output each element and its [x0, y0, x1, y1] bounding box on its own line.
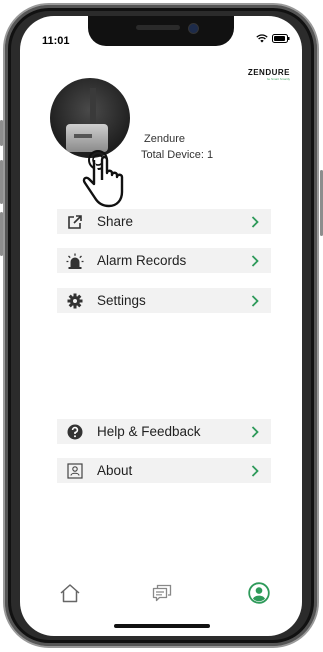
menu-item-share[interactable]: Share: [57, 209, 271, 234]
wifi-icon: [256, 34, 268, 43]
battery-icon: [272, 34, 290, 43]
side-button: [0, 160, 3, 204]
chevron-right-icon: [251, 294, 263, 308]
menu-item-settings[interactable]: Settings: [57, 288, 271, 313]
screen: 11:01 ZENDURE be Smart Smartly Zendure T…: [20, 16, 302, 636]
menu-label-settings: Settings: [97, 293, 146, 308]
avatar-pole: [90, 88, 96, 128]
menu-label-alarm-records: Alarm Records: [97, 253, 187, 268]
help-icon: [66, 423, 84, 441]
avatar[interactable]: [50, 78, 130, 158]
profile-icon: [248, 582, 270, 604]
share-icon: [66, 213, 84, 231]
menu-label-share: Share: [97, 214, 134, 229]
brand-logo: ZENDURE be Smart Smartly: [248, 68, 290, 81]
home-icon: [60, 584, 80, 603]
menu-item-alarm-records[interactable]: Alarm Records: [57, 248, 271, 273]
tab-profile[interactable]: [246, 580, 272, 606]
side-button: [0, 212, 3, 256]
about-icon: [66, 462, 84, 480]
device-count: Total Device: 1: [141, 149, 214, 161]
notch: [88, 16, 234, 46]
status-time: 11:01: [42, 35, 70, 47]
home-indicator[interactable]: [114, 624, 210, 628]
tab-home[interactable]: [57, 580, 83, 606]
avatar-device: [66, 124, 108, 152]
chevron-right-icon: [251, 254, 263, 268]
user-name: Zendure: [144, 133, 185, 145]
menu-item-help-feedback[interactable]: Help & Feedback: [57, 419, 271, 444]
menu-label-help-feedback: Help & Feedback: [97, 424, 201, 439]
side-button: [0, 120, 3, 146]
camera: [188, 23, 199, 34]
brand-name: ZENDURE: [247, 68, 290, 77]
tab-bar: [20, 574, 302, 614]
alarm-icon: [66, 252, 84, 270]
status-icons: [256, 34, 290, 43]
pointer-hand-icon: [82, 150, 124, 208]
chevron-right-icon: [251, 425, 263, 439]
speaker: [136, 25, 180, 30]
gear-icon: [66, 292, 84, 310]
menu-label-about: About: [97, 463, 133, 478]
menu-item-about[interactable]: About: [57, 458, 271, 483]
chevron-right-icon: [251, 464, 263, 478]
messages-icon: [152, 584, 172, 602]
chevron-right-icon: [251, 215, 263, 229]
tab-messages[interactable]: [149, 580, 175, 606]
brand-tagline: be Smart Smartly: [266, 77, 290, 81]
